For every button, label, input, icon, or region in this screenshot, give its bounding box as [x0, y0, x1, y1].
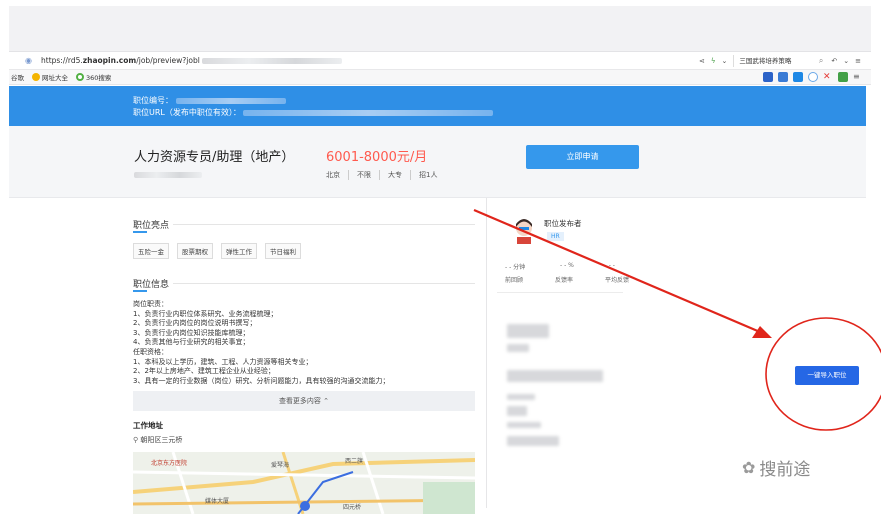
- apply-button[interactable]: 立即申请: [526, 145, 639, 169]
- bookmark-google[interactable]: 谷歌: [11, 72, 24, 82]
- title-underline: [133, 290, 147, 292]
- share-icon[interactable]: ⋖: [699, 57, 705, 65]
- publisher-stat-labels: 前回顾 反馈率 平均反馈: [505, 275, 629, 284]
- back-icon[interactable]: ↶: [831, 57, 837, 65]
- divider: [173, 224, 475, 225]
- job-tag-city: 北京: [326, 171, 340, 179]
- extension-icon[interactable]: [793, 72, 803, 82]
- one-click-import-button[interactable]: 一键导入职位: [795, 366, 859, 385]
- divider: [497, 292, 623, 293]
- bookmarks-bar: 谷歌 网址大全 360搜索 ✕ ≡: [9, 70, 871, 85]
- job-tags: 北京 不限 大专 招1人: [326, 170, 445, 180]
- highlights-title: 职位亮点: [133, 218, 478, 233]
- highlight-chip: 股票期权: [177, 243, 213, 259]
- highlight-chip: 五险一金: [133, 243, 169, 259]
- search-icon[interactable]: ⌕: [819, 55, 823, 67]
- extension-icon[interactable]: [778, 72, 788, 82]
- stat-label: 前回顾: [505, 277, 524, 284]
- publisher-stats: - - 分钟 - - % - -: [505, 262, 615, 271]
- show-more-button[interactable]: 查看更多内容 ⌃: [133, 391, 475, 412]
- bookmark-360[interactable]: 360搜索: [76, 72, 111, 82]
- redacted-block: [507, 370, 603, 382]
- redacted-block: [507, 422, 541, 428]
- address-bar-tools: ⋖ ϟ ⌄ 三国武将培养策略 ⌕ ↶ ⌄ ≡: [699, 52, 861, 70]
- bookmark-icon: [32, 73, 40, 81]
- stat-value: - - %: [560, 262, 574, 269]
- job-title: 人力资源专员/助理（地产）: [134, 150, 295, 165]
- job-id-row: 职位编号：: [133, 95, 286, 106]
- workplace-map[interactable]: 北京东方医院 爱琴海 西二旗 媒体大厦 四元桥: [133, 452, 475, 515]
- job-tag-headcount: 招1人: [410, 170, 445, 180]
- avatar: [516, 219, 532, 244]
- address-bar[interactable]: ◉ https://rd5.zhaopin.com/job/preview?jo…: [9, 52, 871, 70]
- job-url-row: 职位URL（发布中职位有效）：: [133, 107, 494, 118]
- job-salary: 6001-8000元/月: [326, 150, 428, 165]
- hr-badge: HR: [547, 232, 564, 241]
- publisher-column: 职位发布者 HR - - 分钟 - - % - - 前回顾 反馈率 平均反馈: [486, 198, 631, 508]
- job-tag-experience: 不限: [348, 170, 379, 180]
- menu-icon[interactable]: ≡: [855, 57, 861, 65]
- stat-label: 平均反馈: [604, 277, 629, 284]
- job-url-redacted: [243, 109, 494, 116]
- location-pin-icon: ⚲: [133, 436, 139, 445]
- map-label: 北京东方医院: [151, 460, 188, 468]
- highlight-chip: 弹性工作: [221, 243, 257, 259]
- publisher-label: 职位发布者: [544, 219, 582, 228]
- job-tag-education: 大专: [379, 170, 410, 180]
- extension-icon[interactable]: [838, 72, 848, 82]
- map-label: 西二旗: [345, 458, 364, 466]
- redacted-block: [507, 436, 559, 446]
- job-id-redacted: [175, 97, 286, 104]
- search-input[interactable]: 三国武将培养策略 ⌕: [733, 55, 825, 67]
- redacted-block: [507, 394, 535, 400]
- job-detail-column: 职位亮点 五险一金 股票期权 弹性工作 节日福利 职位信息 岗位职责： 1、负责…: [133, 198, 478, 515]
- workplace-location: ⚲ 朝阳区三元桥: [133, 436, 183, 445]
- map-label: 媒体大厦: [205, 498, 230, 506]
- highlight-chip: 节日福利: [265, 243, 301, 259]
- stat-label: 反馈率: [554, 277, 573, 284]
- workplace-title: 工作地址: [133, 421, 163, 431]
- stat-value: - - 分钟: [505, 264, 526, 271]
- divider: [173, 283, 475, 284]
- redacted-block: [507, 344, 529, 352]
- stat-value: - -: [608, 262, 615, 269]
- bookmark-wangzhi[interactable]: 网址大全: [32, 72, 68, 82]
- chevron-down-icon[interactable]: ⌄: [843, 57, 849, 65]
- more-icon[interactable]: ≡: [853, 72, 863, 82]
- extension-icons: ✕ ≡: [763, 72, 863, 82]
- company-redacted: [134, 172, 202, 178]
- screenshot-frame: ◉ https://rd5.zhaopin.com/job/preview?jo…: [0, 0, 881, 516]
- arrow-head: [752, 326, 772, 338]
- redacted-block: [507, 324, 549, 338]
- chevron-up-icon: ⌃: [323, 397, 330, 406]
- watermark: ✿ 搜前途: [742, 458, 811, 480]
- title-underline: [133, 231, 147, 233]
- highlight-chips: 五险一金 股票期权 弹性工作 节日福利: [133, 243, 478, 259]
- job-description: 岗位职责： 1、负责行业内职位体系研究、业务流程梳理； 2、负责行业内岗位的岗位…: [133, 300, 390, 385]
- extension-icon[interactable]: [763, 72, 773, 82]
- close-icon[interactable]: ✕: [823, 72, 833, 82]
- lightning-icon[interactable]: ϟ: [711, 57, 716, 65]
- security-icon: ◉: [25, 55, 32, 65]
- preview-banner: 职位编号： 职位URL（发布中职位有效）：: [9, 86, 866, 126]
- job-header: 人力资源专员/助理（地产） 6001-8000元/月 北京 不限 大专 招1人 …: [9, 126, 866, 198]
- redacted-block: [507, 406, 527, 416]
- bookmark-icon: [76, 73, 84, 81]
- wechat-icon: ✿: [742, 458, 756, 477]
- extension-icon[interactable]: [808, 72, 818, 82]
- chevron-down-icon[interactable]: ⌄: [722, 57, 728, 65]
- browser-tab-area: [9, 6, 871, 52]
- url-redacted: [202, 58, 343, 64]
- info-title: 职位信息: [133, 277, 478, 292]
- url-text[interactable]: https://rd5.zhaopin.com/job/preview?jobl: [41, 56, 343, 65]
- map-label: 爱琴海: [271, 462, 290, 470]
- map-label: 四元桥: [343, 504, 362, 512]
